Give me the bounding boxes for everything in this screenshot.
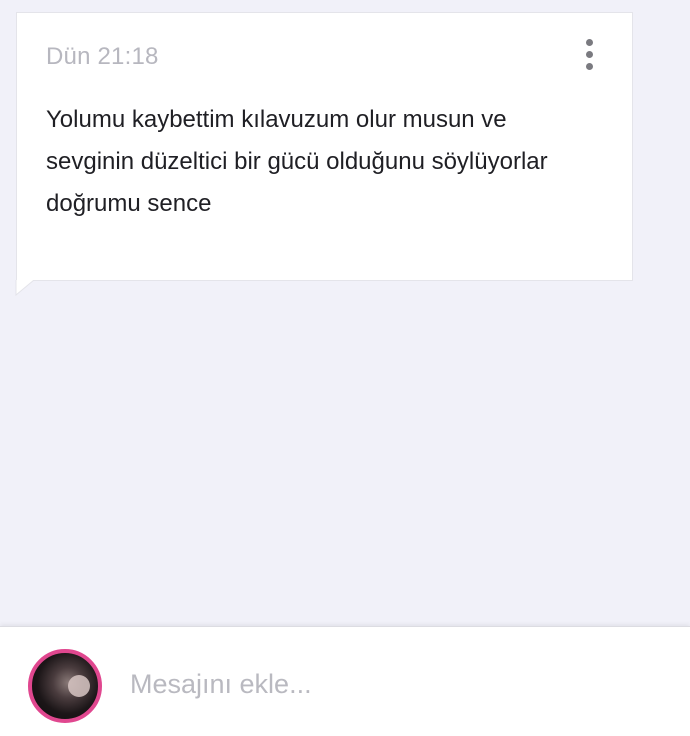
user-avatar[interactable]	[28, 649, 102, 723]
message-bubble: Dün 21:18 Yolumu kaybettim kılavuzum olu…	[16, 12, 633, 281]
composer-bar	[0, 626, 690, 736]
message-text: Yolumu kaybettim kılavuzum olur musun ve…	[46, 99, 606, 225]
message-input[interactable]	[130, 667, 650, 701]
message-timestamp: Dün 21:18	[46, 43, 159, 70]
more-vertical-icon	[586, 39, 593, 46]
message-line: sevginin düzeltici bir gücü olduğunu söy…	[46, 148, 548, 175]
message-line: doğrumu sence	[46, 190, 212, 217]
more-vertical-icon-dot	[586, 51, 593, 58]
message-line: Yolumu kaybettim kılavuzum olur musun ve	[46, 106, 507, 133]
more-vertical-icon-dot	[586, 63, 593, 70]
avatar-image	[68, 675, 90, 697]
more-options-button[interactable]	[577, 35, 601, 75]
bubble-tail	[15, 280, 35, 296]
